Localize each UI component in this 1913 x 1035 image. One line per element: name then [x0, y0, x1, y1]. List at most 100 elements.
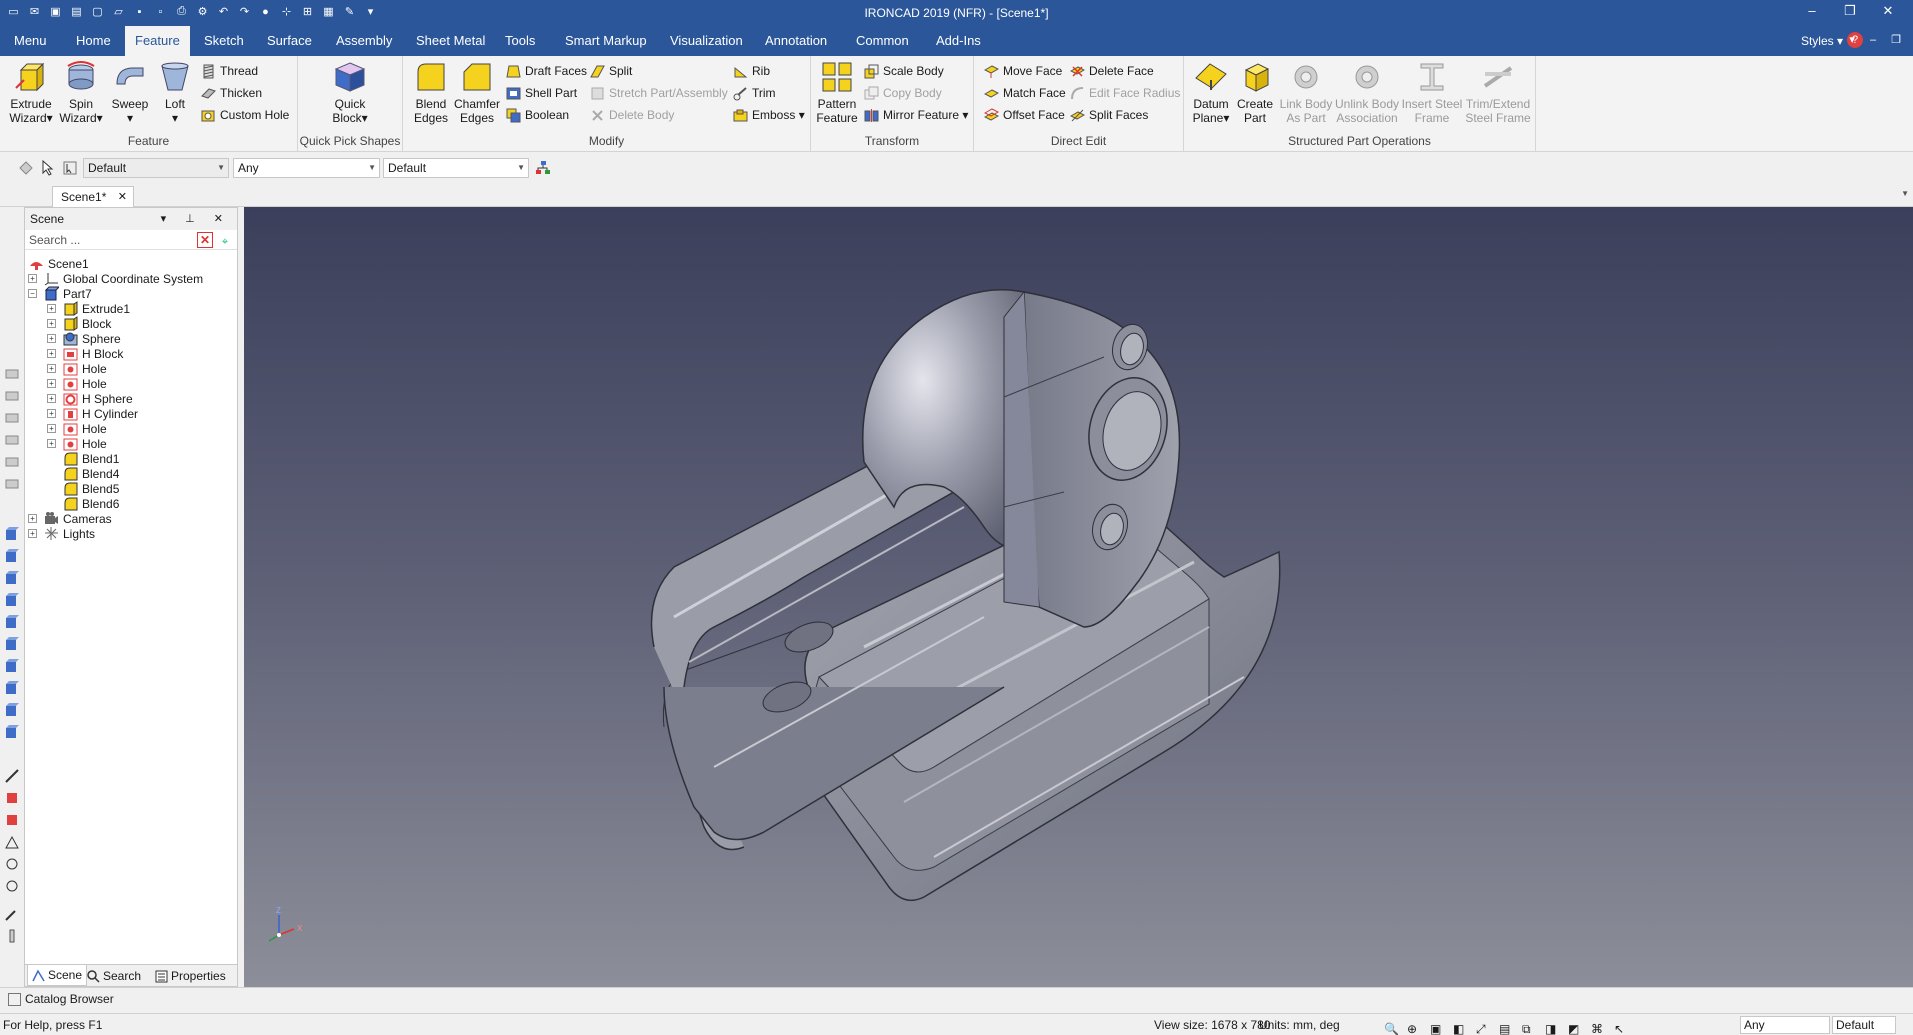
datum-plane-button[interactable]: Datum Plane▾ [1188, 60, 1234, 125]
emboss-button[interactable]: Emboss ▾ [733, 106, 805, 124]
catalog-browser-bar[interactable]: Catalog Browser [0, 987, 1913, 1009]
stretch-part-button[interactable]: Stretch Part/Assembly [590, 84, 728, 102]
3d-viewport[interactable]: Z X [244, 207, 1913, 987]
edges-icon[interactable]: ⧉ [1522, 1018, 1536, 1035]
close-tab-icon[interactable]: ✕ [118, 187, 127, 207]
tab-properties[interactable]: Properties [155, 968, 226, 984]
pointer-icon[interactable] [40, 160, 56, 176]
tab-add-ins[interactable]: Add-Ins [926, 26, 991, 56]
expand-icon[interactable]: + [28, 529, 37, 538]
pointer-icon[interactable]: ↖ [1614, 1018, 1628, 1035]
status-filter-combo[interactable]: Any [1740, 1016, 1830, 1034]
cube-view-icon[interactable] [5, 659, 19, 673]
view-cube-icon[interactable]: ◧ [1453, 1018, 1467, 1035]
display-icon[interactable]: ◩ [1568, 1018, 1582, 1035]
render-mode-icon[interactable]: ▣ [1430, 1018, 1444, 1035]
angle-tool-icon[interactable] [5, 835, 19, 849]
tab-sketch[interactable]: Sketch [194, 26, 254, 56]
selection-combo-3[interactable]: Default ▼ [383, 158, 529, 178]
expand-icon[interactable]: + [28, 274, 37, 283]
cube-view-icon[interactable] [5, 615, 19, 629]
cube-view-icon[interactable] [5, 593, 19, 607]
tab-search[interactable]: Search [87, 968, 141, 984]
custom-hole-button[interactable]: Custom Hole [201, 106, 289, 124]
filter-icon[interactable]: ⌘ [1591, 1018, 1605, 1035]
tab-sheet-metal[interactable]: Sheet Metal [406, 26, 495, 56]
loft-button[interactable]: Loft ▾ [152, 60, 198, 125]
tab-assembly[interactable]: Assembly [326, 26, 402, 56]
bracket-part[interactable] [650, 289, 1281, 902]
status-style-combo[interactable]: Default [1832, 1016, 1896, 1034]
close-button[interactable]: ✕ [1869, 3, 1907, 19]
expand-icon[interactable]: + [47, 379, 56, 388]
edit-face-radius-button[interactable]: Edit Face Radius [1070, 84, 1180, 102]
tab-smart-markup[interactable]: Smart Markup [555, 26, 657, 56]
tab-tools[interactable]: Tools [495, 26, 545, 56]
view-tool-icon[interactable] [5, 367, 19, 381]
expand-icon[interactable]: + [47, 364, 56, 373]
tab-feature[interactable]: Feature [125, 26, 190, 56]
ruler-tool-icon[interactable] [5, 929, 19, 943]
orientation-icon[interactable]: ⤢ [1476, 1018, 1490, 1035]
tab-menu[interactable]: Menu [4, 26, 57, 56]
draft-faces-button[interactable]: Draft Faces [506, 62, 587, 80]
tab-scene[interactable]: Scene [27, 965, 88, 986]
zoom-icon[interactable]: 🔍 [1384, 1018, 1399, 1035]
select-filter-icon[interactable] [18, 160, 34, 176]
split-faces-button[interactable]: Split Faces [1070, 106, 1148, 124]
scene-search-input[interactable]: Search ... ✕ ⌖ [25, 230, 237, 250]
scale-body-button[interactable]: Scale Body [864, 62, 944, 80]
expand-icon[interactable]: + [47, 349, 56, 358]
spin-wizard-button[interactable]: Spin Wizard▾ [58, 60, 104, 125]
unlink-body-button[interactable]: Unlink Body Association [1334, 60, 1400, 125]
thicken-button[interactable]: Thicken [201, 84, 262, 102]
rotate-tool-icon[interactable] [5, 879, 19, 893]
extrude-wizard-button[interactable]: Extrude Wizard▾ [8, 60, 54, 125]
selection-combo-2[interactable]: Any ▼ [233, 158, 380, 178]
styles-menu[interactable]: Styles ▾ [1801, 34, 1843, 48]
view-tool-icon[interactable] [5, 411, 19, 425]
expand-icon[interactable]: + [47, 334, 56, 343]
document-tab-scene1[interactable]: Scene1* ✕ [52, 186, 134, 207]
tab-annotation[interactable]: Annotation [755, 26, 837, 56]
move-face-button[interactable]: Move Face [984, 62, 1062, 80]
view-tool-icon[interactable] [5, 477, 19, 491]
cube-view-icon[interactable] [5, 527, 19, 541]
expand-icon[interactable]: + [47, 319, 56, 328]
split-button[interactable]: Split [590, 62, 632, 80]
expand-icon[interactable]: + [47, 409, 56, 418]
clear-search-icon[interactable]: ✕ [197, 232, 213, 248]
view-tool-icon[interactable] [5, 433, 19, 447]
pattern-feature-button[interactable]: Pattern Feature [814, 60, 860, 125]
link-body-button[interactable]: Link Body As Part [1276, 60, 1336, 125]
rib-button[interactable]: Rib [733, 62, 770, 80]
trim-extend-steel-frame-button[interactable]: Trim/Extend Steel Frame [1463, 60, 1533, 125]
delete-body-button[interactable]: Delete Body [590, 106, 674, 124]
insert-steel-frame-button[interactable]: Insert Steel Frame [1401, 60, 1463, 125]
collapse-icon[interactable]: − [28, 289, 37, 298]
copy-body-button[interactable]: Copy Body [864, 84, 942, 102]
expand-icon[interactable]: + [47, 424, 56, 433]
restore-button[interactable]: ❐ [1831, 3, 1869, 19]
shading-icon[interactable]: ▤ [1499, 1018, 1513, 1035]
cube-view-icon[interactable] [5, 637, 19, 651]
shell-part-button[interactable]: Shell Part [506, 84, 577, 102]
ribbon-controls-icon[interactable]: ▾ – ❐ [1849, 33, 1907, 46]
hierarchy-icon[interactable] [535, 160, 551, 176]
sketch-tool-icon[interactable] [5, 907, 19, 921]
boolean-button[interactable]: Boolean [506, 106, 569, 124]
minimize-button[interactable]: – [1793, 3, 1831, 19]
cube-view-icon[interactable] [5, 703, 19, 717]
tree-item-lights[interactable]: + Lights [28, 525, 95, 543]
offset-face-button[interactable]: Offset Face [984, 106, 1065, 124]
delete-face-button[interactable]: Delete Face [1070, 62, 1154, 80]
trim-button[interactable]: Trim [733, 84, 776, 102]
tab-visualization[interactable]: Visualization [660, 26, 753, 56]
select-part-icon[interactable] [62, 160, 78, 176]
thread-button[interactable]: Thread [201, 62, 258, 80]
match-face-button[interactable]: Match Face [984, 84, 1066, 102]
view-tool-icon[interactable] [5, 389, 19, 403]
search-options-icon[interactable]: ⌖ [217, 232, 233, 248]
expand-icon[interactable]: + [47, 394, 56, 403]
cube-view-icon[interactable] [5, 549, 19, 563]
